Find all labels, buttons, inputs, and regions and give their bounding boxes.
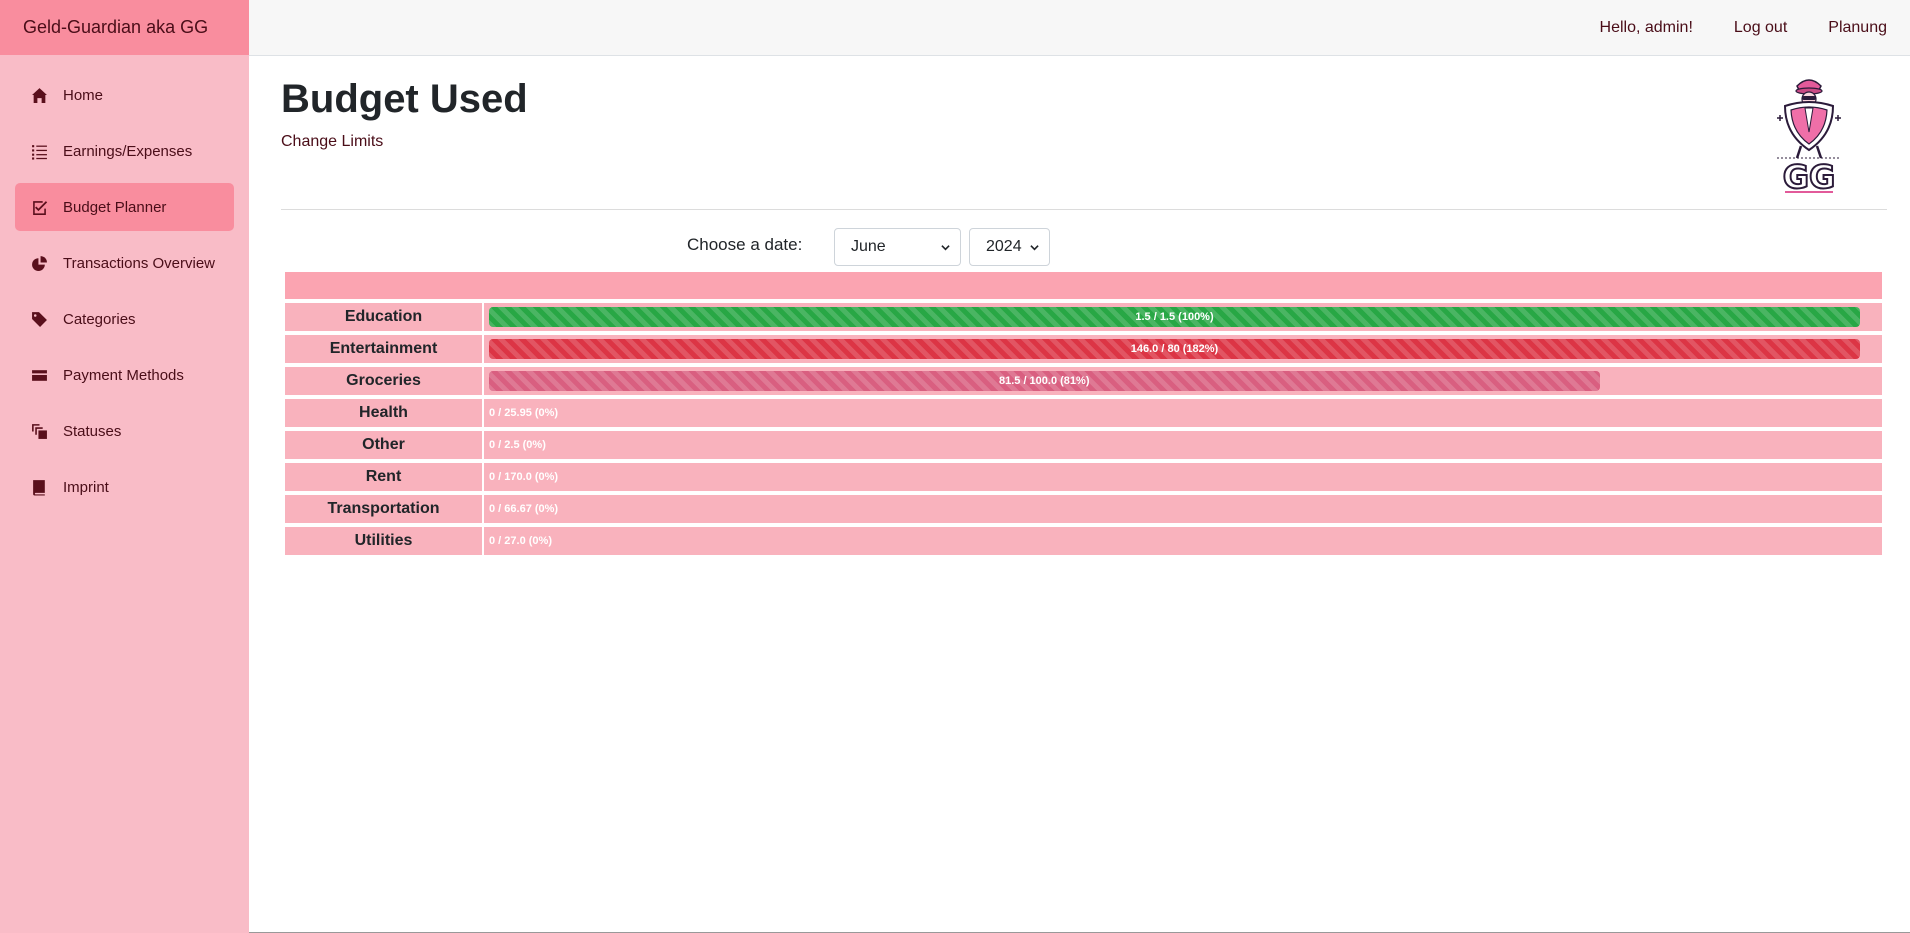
- sidebar-item-statuses[interactable]: Statuses: [15, 407, 234, 455]
- pie-chart-icon: [30, 254, 48, 272]
- stack-icon: [30, 422, 48, 440]
- table-row: Utilities 0 / 27.0 (0%): [285, 527, 1882, 555]
- change-limits-link[interactable]: Change Limits: [281, 133, 383, 151]
- chevron-down-icon: [941, 245, 950, 251]
- category-cell: Other: [285, 431, 484, 459]
- sidebar-item-budget-planner[interactable]: Budget Planner: [15, 183, 234, 231]
- progress-label: 0 / 170.0 (0%): [489, 471, 559, 483]
- gg-logo: GG: [1777, 79, 1841, 194]
- sidebar-item-label: Payment Methods: [63, 366, 184, 384]
- sidebar-item-home[interactable]: Home: [15, 71, 234, 119]
- progress-cell: 0 / 27.0 (0%): [484, 527, 1882, 555]
- tag-icon: [30, 310, 48, 328]
- page-title: Budget Used: [281, 77, 528, 121]
- progress-cell: 0 / 66.67 (0%): [484, 495, 1882, 523]
- progress-cell: 146.0 / 80 (182%): [484, 335, 1882, 363]
- sidebar-item-earnings-expenses[interactable]: Earnings/Expenses: [15, 127, 234, 175]
- progress-bar: 146.0 / 80 (182%): [489, 339, 1860, 359]
- progress-label: 0 / 27.0 (0%): [489, 535, 552, 547]
- list-icon: [30, 142, 48, 160]
- sidebar: Geld-Guardian aka GG Home Earnings/Expen…: [0, 0, 249, 933]
- progress-bar: 0 / 170.0 (0%): [489, 467, 558, 487]
- sidebar-item-label: Earnings/Expenses: [63, 142, 193, 160]
- table-row: Health 0 / 25.95 (0%): [285, 399, 1882, 427]
- category-cell: Health: [285, 399, 484, 427]
- month-select-value: June: [851, 238, 886, 255]
- top-navbar: Hello, admin! Log out Planung: [249, 0, 1910, 56]
- progress-label: 0 / 66.67 (0%): [489, 503, 559, 515]
- sidebar-item-label: Categories: [63, 310, 136, 328]
- progress-label: 146.0 / 80 (182%): [1130, 343, 1219, 355]
- table-row: Transportation 0 / 66.67 (0%): [285, 495, 1882, 523]
- budget-table: Education 1.5 / 1.5 (100%) Entertainment…: [285, 272, 1882, 559]
- progress-cell: 81.5 / 100.0 (81%): [484, 367, 1882, 395]
- home-icon: [30, 86, 48, 104]
- sidebar-item-imprint[interactable]: Imprint: [15, 463, 234, 511]
- sidebar-item-label: Statuses: [63, 422, 122, 440]
- book-icon: [30, 478, 48, 496]
- check-square-icon: [30, 198, 48, 216]
- category-cell: Education: [285, 303, 484, 331]
- progress-bar: 0 / 2.5 (0%): [489, 435, 546, 455]
- chevron-down-icon: [1030, 245, 1039, 251]
- progress-label: 0 / 2.5 (0%): [489, 439, 546, 451]
- svg-text:GG: GG: [1783, 158, 1836, 194]
- table-row: Education 1.5 / 1.5 (100%): [285, 303, 1882, 331]
- sidebar-item-payment-methods[interactable]: Payment Methods: [15, 351, 234, 399]
- main-content: Budget Used Change Limits GG Choose a da…: [281, 56, 1887, 555]
- progress-bar: 0 / 66.67 (0%): [489, 499, 558, 519]
- progress-label: 81.5 / 100.0 (81%): [998, 375, 1090, 387]
- progress-bar: 0 / 25.95 (0%): [489, 403, 558, 423]
- greeting-link[interactable]: Hello, admin!: [1600, 19, 1693, 37]
- category-cell: Rent: [285, 463, 484, 491]
- progress-bar: 0 / 27.0 (0%): [489, 531, 552, 551]
- category-cell: Transportation: [285, 495, 484, 523]
- progress-label: 0 / 25.95 (0%): [489, 407, 559, 419]
- progress-bar: 1.5 / 1.5 (100%): [489, 307, 1860, 327]
- logout-link[interactable]: Log out: [1734, 19, 1787, 37]
- progress-cell: 0 / 25.95 (0%): [484, 399, 1882, 427]
- month-select[interactable]: June: [834, 228, 961, 266]
- sidebar-item-label: Imprint: [63, 478, 109, 496]
- sidebar-item-categories[interactable]: Categories: [15, 295, 234, 343]
- category-cell: Utilities: [285, 527, 484, 555]
- table-row: Rent 0 / 170.0 (0%): [285, 463, 1882, 491]
- budget-table-header: [285, 272, 1882, 299]
- sidebar-item-label: Budget Planner: [63, 198, 167, 216]
- sidebar-item-transactions-overview[interactable]: Transactions Overview: [15, 239, 234, 287]
- progress-cell: 0 / 170.0 (0%): [484, 463, 1882, 491]
- category-cell: Groceries: [285, 367, 484, 395]
- progress-bar: 81.5 / 100.0 (81%): [489, 371, 1600, 391]
- brand-title[interactable]: Geld-Guardian aka GG: [0, 0, 249, 55]
- table-row: Groceries 81.5 / 100.0 (81%): [285, 367, 1882, 395]
- table-row: Entertainment 146.0 / 80 (182%): [285, 335, 1882, 363]
- sidebar-nav: Home Earnings/Expenses Budget Planner Tr…: [0, 55, 249, 511]
- category-cell: Entertainment: [285, 335, 484, 363]
- table-row: Other 0 / 2.5 (0%): [285, 431, 1882, 459]
- header-divider: [281, 209, 1887, 210]
- date-label: Choose a date:: [687, 235, 803, 254]
- credit-card-icon: [30, 366, 48, 384]
- year-select-value: 2024: [986, 238, 1022, 255]
- planung-link[interactable]: Planung: [1828, 19, 1887, 37]
- year-select[interactable]: 2024: [969, 228, 1050, 266]
- sidebar-item-label: Transactions Overview: [63, 254, 215, 272]
- progress-cell: 1.5 / 1.5 (100%): [484, 303, 1882, 331]
- progress-cell: 0 / 2.5 (0%): [484, 431, 1882, 459]
- progress-label: 1.5 / 1.5 (100%): [1135, 311, 1214, 323]
- sidebar-item-label: Home: [63, 86, 104, 104]
